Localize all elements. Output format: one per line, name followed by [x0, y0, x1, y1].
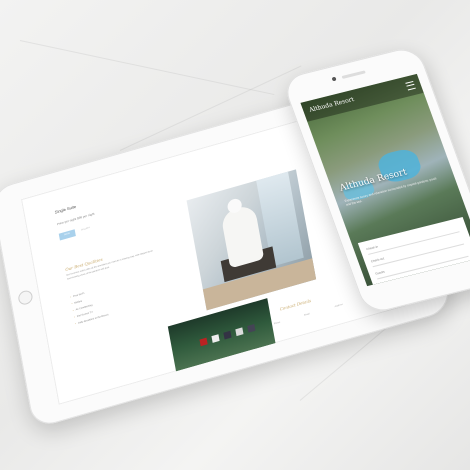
contact-heading: Contact Details — [279, 297, 312, 312]
phone-speaker — [341, 70, 366, 79]
sign — [247, 324, 256, 333]
sign — [223, 330, 232, 340]
room-price: Price per night $98 per night — [56, 211, 95, 227]
contact-email: Email — [304, 313, 310, 317]
resort-photo — [167, 298, 276, 372]
resort-logo[interactable]: Althuda Resort — [308, 96, 355, 114]
phone-navbar: Althuda Resort — [300, 73, 424, 122]
tablet-home-button[interactable] — [17, 288, 34, 307]
booking-form: Check-in Check-out Guests — [357, 217, 470, 285]
sign — [199, 337, 208, 347]
sign — [235, 327, 244, 337]
contact-address: Address — [334, 303, 343, 309]
phone-camera — [331, 76, 337, 82]
hamburger-menu-icon[interactable] — [405, 80, 416, 91]
book-button[interactable]: BOOK — [58, 229, 76, 241]
room-title: Single Suite — [54, 203, 77, 215]
sign — [211, 334, 220, 343]
gallery-link[interactable]: GALLERY — [81, 227, 91, 232]
amenities-list: Free Wi-Fi Minibar Air Conditioning Flat… — [70, 287, 109, 330]
room-photo — [186, 169, 317, 311]
marble-vein — [19, 40, 275, 96]
